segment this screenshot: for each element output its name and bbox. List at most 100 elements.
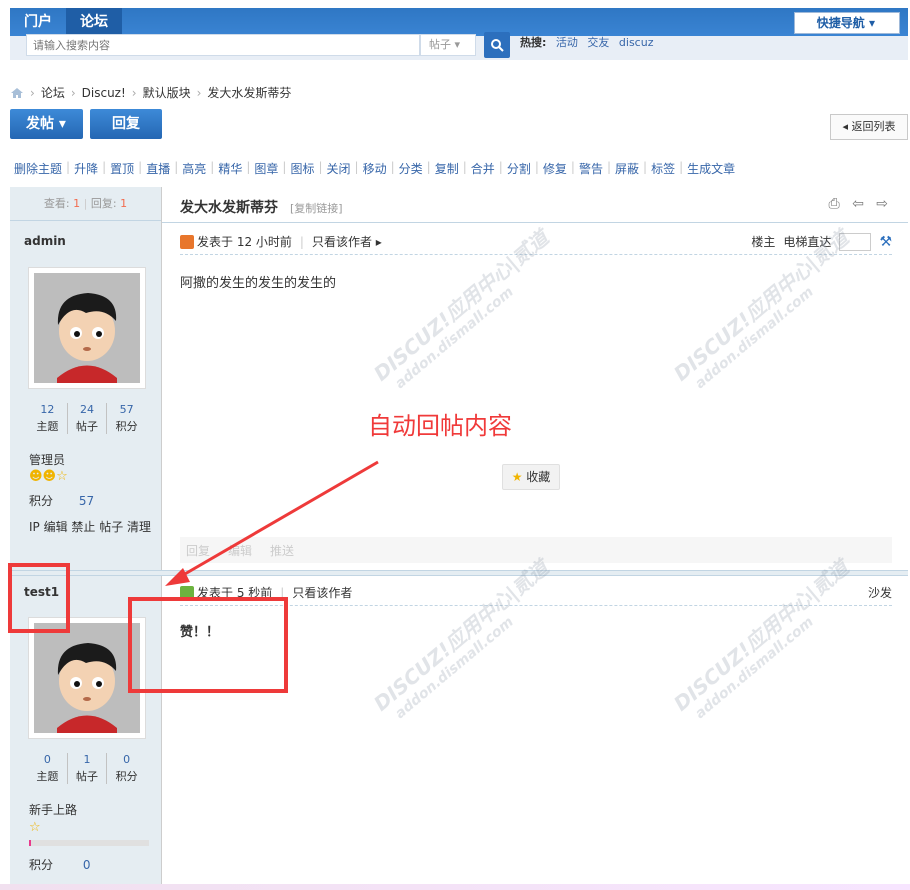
stat-label: 主题 <box>36 420 59 433</box>
home-icon[interactable] <box>10 87 24 99</box>
breadcrumb-item[interactable]: 发大水发斯蒂芬 <box>207 84 291 101</box>
thread-main: 发大水发斯蒂芬 [复制链接] ⎙ ⇦ ⇨ 发表于 12 小时前 | 只看该作者 … <box>162 187 908 890</box>
stat-points[interactable]: 0 积分 <box>106 753 146 784</box>
breadcrumb-separator: › <box>30 85 35 100</box>
stat-label: 帖子 <box>76 420 98 433</box>
stat-threads[interactable]: 0 主题 <box>28 753 67 784</box>
search-button[interactable] <box>484 32 510 58</box>
modbar-item[interactable]: 移动 <box>359 160 391 177</box>
post1-points-row: 积分 57 <box>29 492 94 509</box>
floor-jump-input[interactable] <box>839 232 872 251</box>
hot-search-item[interactable]: 交友 <box>587 36 609 49</box>
modbar-item[interactable]: 标签 <box>647 160 679 177</box>
stat-label: 积分 <box>115 420 138 433</box>
points-label: 积分 <box>29 858 54 872</box>
modbar-item[interactable]: 删除主题 <box>10 160 66 177</box>
modbar-item[interactable]: 修复 <box>539 160 571 177</box>
modbar-item[interactable]: 图标 <box>286 160 318 177</box>
post2-user-group[interactable]: 新手上路 <box>29 801 77 818</box>
avatar-image <box>34 273 140 383</box>
modbar-item[interactable]: 警告 <box>575 160 607 177</box>
modbar-item[interactable]: 合并 <box>467 160 499 177</box>
push-action[interactable]: 推送 <box>270 542 294 559</box>
divider: | <box>299 234 304 249</box>
nav-portal-link[interactable]: 门户 <box>10 8 66 36</box>
breadcrumb: › 论坛 › Discuz! › 默认版块 › 发大水发斯蒂芬 <box>10 84 291 101</box>
thread-stats: 查看: 1 | 回复: 1 <box>10 187 161 221</box>
hot-search-item[interactable]: discuz <box>619 36 654 49</box>
post2-only-author-link[interactable]: 只看该作者 <box>292 584 352 601</box>
post1-avatar[interactable] <box>28 267 146 389</box>
post1-author-name[interactable]: admin <box>10 234 66 248</box>
modbar-item[interactable]: 升降 <box>70 160 102 177</box>
stat-posts[interactable]: 24 帖子 <box>66 403 107 434</box>
breadcrumb-separator: › <box>131 85 137 100</box>
modbar-item[interactable]: 直播 <box>142 160 174 177</box>
post1-only-author-link[interactable]: 只看该作者 ▸ <box>312 233 382 250</box>
search-icon <box>491 39 504 52</box>
post1-content: 阿撒的发生的发生的发生的 <box>180 276 337 291</box>
reply-button[interactable]: 回复 <box>90 109 162 139</box>
nav-forum-link[interactable]: 论坛 <box>66 8 122 36</box>
admin-links[interactable]: IP 编辑 禁止 帖子 清理 <box>29 518 151 535</box>
smiley-icon: ☻☻ <box>29 469 57 484</box>
search-input[interactable] <box>26 34 420 56</box>
favorite-button[interactable]: ★ 收藏 <box>502 464 560 490</box>
hot-search: 热搜: 活动 交友 discuz <box>520 34 653 50</box>
copy-link[interactable]: [复制链接] <box>290 200 343 216</box>
post1-floor-label: 楼主 <box>751 235 776 249</box>
post2-points-row: 积分 0 <box>29 856 90 873</box>
modbar-item[interactable]: 分割 <box>503 160 535 177</box>
modbar-item[interactable]: 复制 <box>431 160 463 177</box>
star-icon: ★ <box>511 470 523 484</box>
points-value: 57 <box>78 494 95 508</box>
hot-search-item[interactable]: 活动 <box>556 36 578 49</box>
quick-nav-button[interactable]: 快捷导航 ▾ <box>793 12 900 34</box>
modbar-item[interactable]: 置顶 <box>106 160 138 177</box>
stat-label: 积分 <box>115 770 138 783</box>
author-sidebar: 查看: 1 | 回复: 1 admin 12 主题 24 帖子 57 积分 管理员 ☻… <box>10 187 162 890</box>
post2-floor-label: 沙发 <box>867 586 892 600</box>
thread-title: 发大水发斯蒂芬 <box>180 200 278 216</box>
stat-value: 24 <box>80 403 94 416</box>
reply-action[interactable]: 回复 <box>186 542 210 559</box>
star-icon: ☆ <box>29 820 41 835</box>
admin-rank-icons: ☻☻☆ <box>29 469 68 484</box>
wrench-icon[interactable]: ⚒ <box>879 234 892 250</box>
stat-label: 主题 <box>36 770 59 783</box>
post1-author-stats: 12 主题 24 帖子 57 积分 <box>28 403 146 434</box>
post1-user-group[interactable]: 管理员 <box>29 451 65 468</box>
favorite-label: 收藏 <box>526 470 551 484</box>
modbar-item[interactable]: 屏蔽 <box>611 160 643 177</box>
modbar-item[interactable]: 高亮 <box>178 160 210 177</box>
avatar-image <box>34 623 140 733</box>
bottom-strip <box>0 884 910 890</box>
new-post-button[interactable]: 发帖 ▾ <box>10 109 83 139</box>
floor-jump-label: 电梯直达 <box>783 235 832 249</box>
star-icon: ☆ <box>56 469 68 484</box>
modbar-item[interactable]: 生成文章 <box>683 160 739 177</box>
stat-value: 0 <box>123 753 131 766</box>
modbar-item[interactable]: 关闭 <box>323 160 355 177</box>
annotation-box-author <box>8 563 70 633</box>
search-type-select[interactable]: 帖子 ▾ <box>420 34 476 56</box>
modbar-item[interactable]: 精华 <box>214 160 246 177</box>
thread-title-row: 发大水发斯蒂芬 [复制链接] ⎙ ⇦ ⇨ <box>162 187 908 223</box>
stat-points[interactable]: 57 积分 <box>106 403 146 434</box>
back-to-list-button[interactable]: ◂ 返回列表 <box>830 114 908 140</box>
breadcrumb-item[interactable]: 论坛 <box>41 84 65 101</box>
hot-search-label: 热搜: <box>520 36 547 49</box>
breadcrumb-item[interactable]: Discuz! <box>82 86 126 100</box>
breadcrumb-item[interactable]: 默认版块 <box>143 84 191 101</box>
edit-action[interactable]: 编辑 <box>228 542 252 559</box>
views-label: 查看: <box>43 197 70 210</box>
stat-threads[interactable]: 12 主题 <box>28 403 67 434</box>
views-count: 1 <box>73 197 81 210</box>
stat-posts[interactable]: 1 帖子 <box>66 753 107 784</box>
annotation-box-content <box>128 597 288 693</box>
modbar-item[interactable]: 图章 <box>250 160 282 177</box>
print-prev-next-icons[interactable]: ⎙ ⇦ ⇨ <box>828 196 892 212</box>
modbar-item[interactable]: 分类 <box>395 160 427 177</box>
breadcrumb-separator: › <box>70 85 76 100</box>
upgrade-progress-bar <box>29 840 149 846</box>
